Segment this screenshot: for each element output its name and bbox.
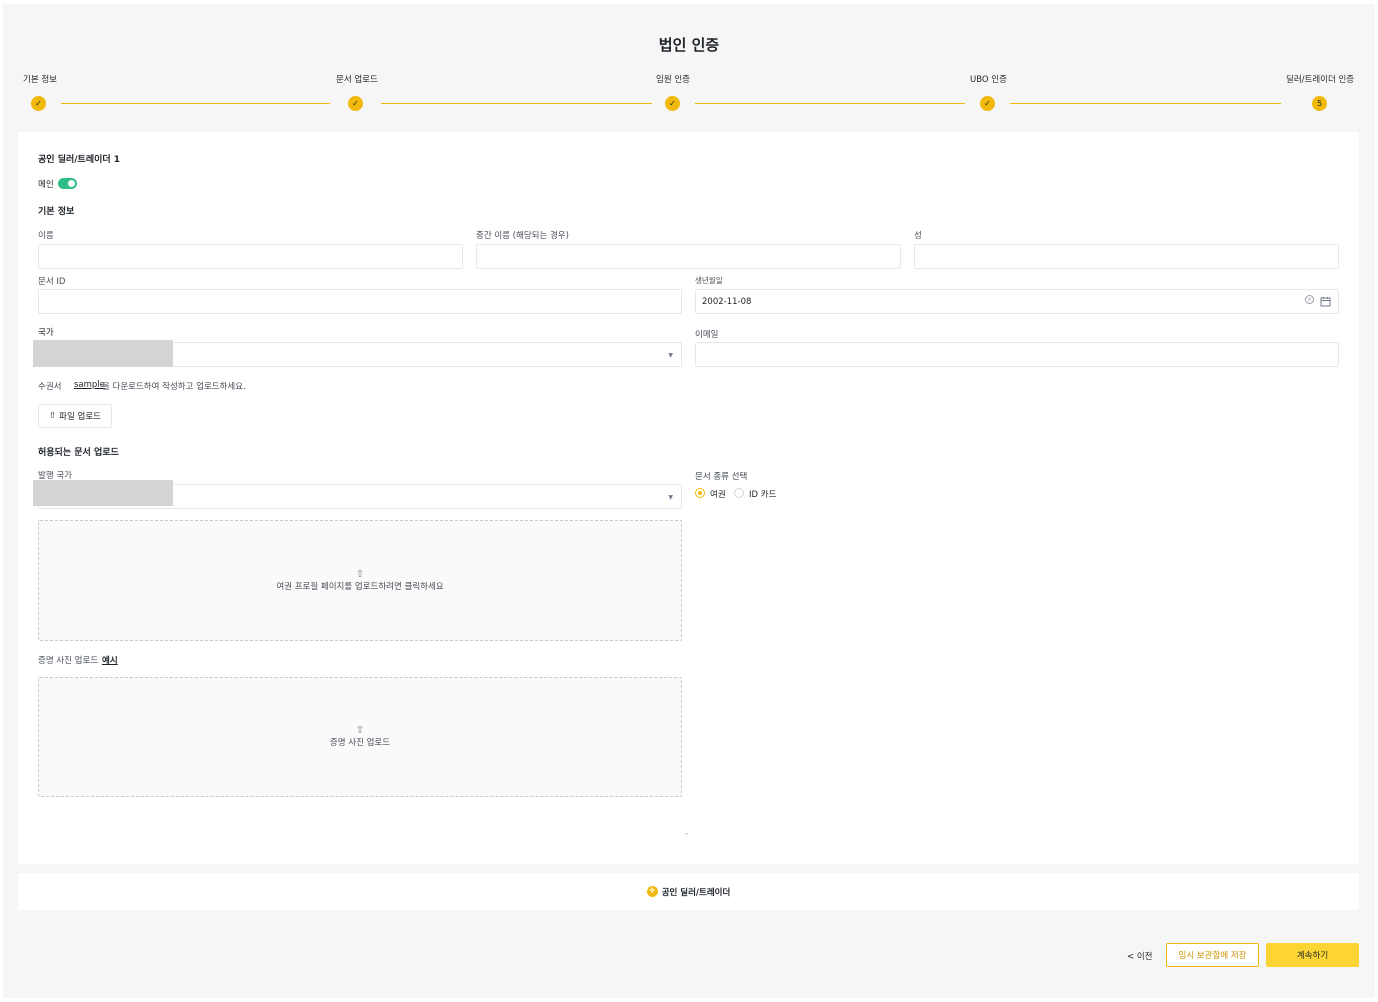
step-connector [381, 103, 652, 104]
passport-dropzone-text: 여권 프로필 페이지를 업로드하려면 클릭하세요 [276, 581, 444, 592]
toggle-knob [68, 180, 75, 187]
passport-radio-label[interactable]: 여권 [710, 488, 726, 500]
selfie-dropzone-text: 증명 사진 업로드 [329, 738, 391, 748]
last-name-field[interactable] [914, 244, 1339, 269]
upload-icon: ⇧ [49, 411, 57, 421]
save-draft-button[interactable]: 임시 보관함에 저장 [1166, 943, 1259, 967]
redacted-overlay [33, 340, 173, 367]
main-toggle[interactable] [58, 178, 77, 189]
redacted-overlay [33, 480, 173, 506]
allowed-docs-title: 허용되는 문서 업로드 [38, 448, 119, 458]
passport-upload-dropzone[interactable]: ⇧ 여권 프로필 페이지를 업로드하려면 클릭하세요 [38, 520, 682, 641]
selfie-example-link[interactable]: 예시 [102, 654, 118, 666]
page-title: 법인 인증 [658, 36, 720, 54]
step-2-check-icon[interactable]: ✓ [348, 96, 363, 111]
step-label-executive-verification: 임원 인증 [656, 75, 690, 85]
id-card-radio-label[interactable]: ID 카드 [749, 488, 776, 500]
plus-icon: + [646, 886, 658, 897]
step-1-check-icon[interactable]: ✓ [31, 96, 46, 111]
chevron-down-icon: ▼ [668, 494, 673, 501]
basic-info-title: 기본 정보 [38, 207, 75, 217]
continue-button[interactable]: 계속하기 [1266, 943, 1359, 967]
chevron-down-icon: ▼ [668, 352, 673, 359]
previous-button[interactable]: < 이전 [1127, 950, 1152, 962]
document-id-field[interactable] [38, 289, 682, 314]
last-name-label: 성 [914, 231, 922, 241]
middle-name-field[interactable] [476, 244, 901, 269]
main-toggle-label: 메인 [38, 180, 54, 190]
first-name-label: 이름 [38, 231, 54, 241]
dealer-form-card: 공인 딜러/트레이더 1 메인 기본 정보 이름 중간 이름 (해당되는 경우)… [18, 132, 1359, 864]
step-label-dealer-verification: 딜러/트레이더 인증 [1286, 75, 1355, 85]
document-id-label: 문서 ID [38, 277, 66, 287]
email-field[interactable] [695, 342, 1339, 367]
power-of-attorney-label: 수권서 [38, 382, 62, 392]
dealer-card-title: 공인 딜러/트레이더 1 [38, 155, 121, 165]
step-connector [1010, 103, 1281, 104]
upload-icon: ⇧ [355, 568, 365, 580]
step-connector [61, 103, 330, 104]
step-3-check-icon[interactable]: ✓ [665, 96, 680, 111]
power-of-attorney-instruction: 을 다운로드하여 작성하고 업로드하세요. [102, 382, 246, 392]
doc-type-label: 문서 종류 선택 [695, 472, 748, 482]
selfie-upload-label: 증명 사진 업로드 [38, 656, 99, 666]
calendar-icon[interactable] [1320, 296, 1331, 307]
birth-date-value: 2002-11-08 [702, 297, 752, 307]
selfie-upload-dropzone[interactable]: ⇧ 증명 사진 업로드 [38, 677, 682, 797]
id-card-radio[interactable] [734, 488, 744, 498]
add-dealer-label: 공인 딜러/트레이더 [661, 887, 731, 898]
step-label-document-upload: 문서 업로드 [336, 75, 378, 85]
step-4-check-icon[interactable]: ✓ [980, 96, 995, 111]
file-upload-label: 파일 업로드 [59, 412, 101, 422]
birth-date-field[interactable]: 2002-11-08 × [695, 289, 1339, 314]
sample-link[interactable]: sample [74, 380, 105, 390]
upload-icon: ⇧ [355, 725, 365, 736]
collapse-icon[interactable]: ⌃ [684, 832, 690, 840]
step-5-current-number[interactable]: 5 [1312, 96, 1327, 111]
file-upload-button[interactable]: ⇧ 파일 업로드 [38, 404, 112, 428]
step-connector [695, 103, 965, 104]
middle-name-label: 중간 이름 (해당되는 경우) [476, 231, 569, 241]
birth-date-label: 생년월일 [695, 276, 723, 285]
clear-icon[interactable]: × [1305, 295, 1314, 304]
email-label: 이메일 [695, 330, 719, 340]
first-name-field[interactable] [38, 244, 463, 269]
passport-radio[interactable] [695, 488, 705, 498]
step-label-ubo-verification: UBO 인증 [970, 75, 1007, 85]
step-label-basic-info: 기본 정보 [23, 75, 57, 85]
add-dealer-button[interactable]: + 공인 딜러/트레이더 [18, 873, 1359, 910]
country-label: 국가 [38, 328, 54, 338]
